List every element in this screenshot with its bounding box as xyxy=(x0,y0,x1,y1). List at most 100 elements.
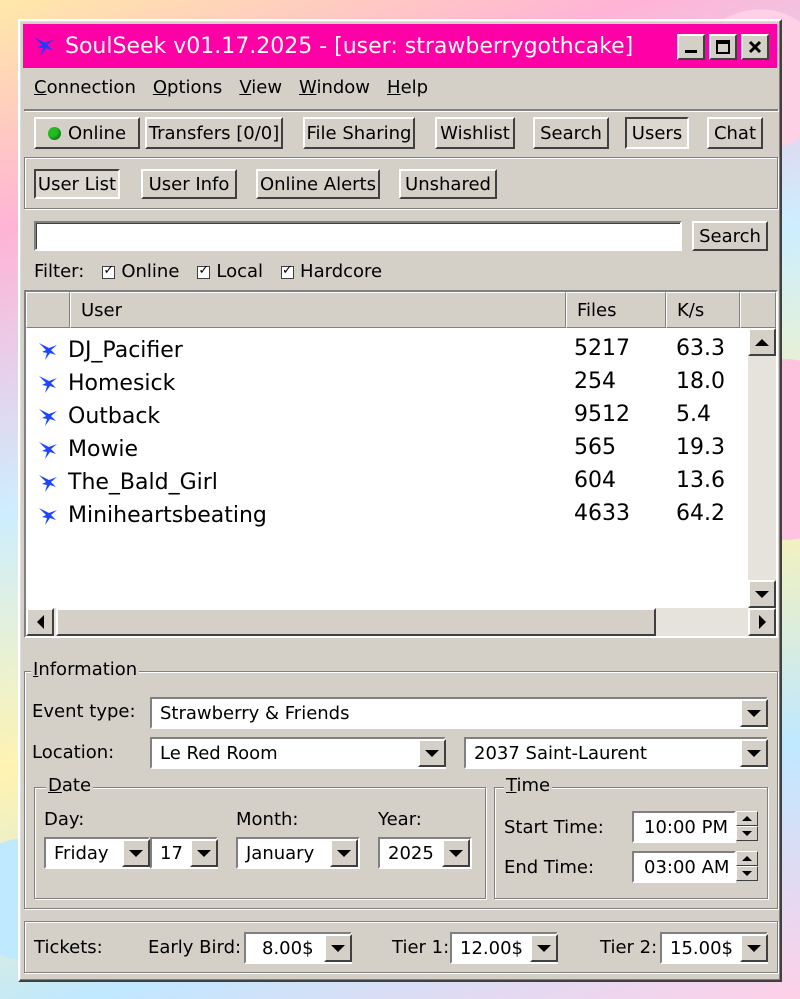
user-speed: 19.3 xyxy=(676,435,725,460)
month-dropdown-button[interactable] xyxy=(330,839,358,867)
start-time-down-button[interactable] xyxy=(736,826,758,841)
tab-users[interactable]: Users xyxy=(625,117,689,149)
scroll-up-button[interactable] xyxy=(748,328,776,356)
early-bird-label: Early Bird: xyxy=(148,937,242,958)
tab-wishlist[interactable]: Wishlist xyxy=(435,117,515,149)
menu-options[interactable]: Options xyxy=(153,73,222,103)
subtab-user-list[interactable]: User List xyxy=(34,169,120,199)
chevron-down-icon xyxy=(197,849,211,857)
checkbox-checked-icon xyxy=(281,263,295,279)
event-type-dropdown-button[interactable] xyxy=(740,699,768,727)
soulseek-bird-icon xyxy=(39,342,57,360)
window-title: SoulSeek v01.17.2025 - [user: strawberry… xyxy=(65,33,634,59)
user-name: Homesick xyxy=(68,371,176,396)
soulseek-bird-icon xyxy=(34,37,54,56)
end-time-up-button[interactable] xyxy=(736,851,758,866)
tab-chat[interactable]: Chat xyxy=(707,117,763,149)
tier1-value: 12.00$ xyxy=(460,937,523,959)
end-time-down-button[interactable] xyxy=(736,866,758,881)
start-time-spinner[interactable] xyxy=(736,811,758,841)
address-value: 2037 Saint-Laurent xyxy=(474,742,647,764)
tab-online[interactable]: Online xyxy=(34,117,140,149)
filter-hardcore-checkbox[interactable]: Hardcore xyxy=(281,261,382,282)
scroll-left-button[interactable] xyxy=(26,608,54,636)
start-time-field[interactable]: 10:00 PM xyxy=(632,811,736,843)
location-dropdown-button[interactable] xyxy=(418,739,446,767)
filter-local-label: Local xyxy=(216,261,264,282)
menu-view[interactable]: View xyxy=(239,73,282,103)
user-row[interactable]: Miniheartsbeating xyxy=(36,499,267,532)
end-time-label: End Time: xyxy=(504,857,595,878)
tier2-dropdown-button[interactable] xyxy=(740,934,768,962)
menu-connection[interactable]: Connection xyxy=(34,73,136,103)
column-header-user[interactable]: User xyxy=(70,292,566,328)
chevron-down-icon xyxy=(337,849,351,857)
subtab-unshared[interactable]: Unshared xyxy=(399,169,497,199)
user-search-button[interactable]: Search xyxy=(692,221,768,251)
scroll-down-button[interactable] xyxy=(748,580,776,608)
address-dropdown-button[interactable] xyxy=(740,739,768,767)
column-header-speed[interactable]: K/s xyxy=(666,292,740,328)
tier1-label: Tier 1: xyxy=(392,937,450,958)
tab-transfers[interactable]: Transfers [0/0] xyxy=(145,117,283,149)
column-header-icon[interactable] xyxy=(26,292,70,328)
subtab-user-info[interactable]: User Info xyxy=(141,169,237,199)
user-row[interactable]: DJ_Pacifier xyxy=(36,334,183,367)
end-time-field[interactable]: 03:00 AM xyxy=(632,851,736,883)
vertical-scrollbar[interactable] xyxy=(748,328,776,608)
day-number-dropdown-button[interactable] xyxy=(190,839,218,867)
menu-window[interactable]: Window xyxy=(299,73,370,103)
user-files: 4633 xyxy=(574,501,630,526)
filter-online-checkbox[interactable]: Online xyxy=(102,261,179,282)
start-time-up-button[interactable] xyxy=(736,811,758,826)
event-type-select[interactable]: Strawberry & Friends xyxy=(150,697,768,729)
tab-file-sharing[interactable]: File Sharing xyxy=(303,117,415,149)
column-header-files[interactable]: Files xyxy=(566,292,666,328)
user-speed: 18.0 xyxy=(676,369,725,394)
location-label: Location: xyxy=(32,742,115,763)
scroll-right-button[interactable] xyxy=(748,608,776,636)
soulseek-bird-icon xyxy=(39,408,57,426)
tier2-value: 15.00$ xyxy=(670,937,733,959)
year-label: Year: xyxy=(378,809,422,830)
menu-help[interactable]: Help xyxy=(387,73,428,103)
arrow-up-icon xyxy=(742,856,752,861)
location-select[interactable]: Le Red Room xyxy=(150,737,446,769)
soulseek-bird-icon xyxy=(39,375,57,393)
filter-local-checkbox[interactable]: Local xyxy=(197,261,263,282)
user-row[interactable]: Outback xyxy=(36,400,160,433)
tickets-label: Tickets: xyxy=(34,937,103,958)
end-time-value: 03:00 AM xyxy=(644,856,730,878)
arrow-left-icon xyxy=(36,615,44,629)
user-search-input[interactable] xyxy=(34,221,682,251)
tier1-dropdown-button[interactable] xyxy=(530,934,558,962)
horizontal-scrollbar[interactable] xyxy=(26,608,750,636)
user-speed: 13.6 xyxy=(676,468,725,493)
minimize-button[interactable] xyxy=(677,34,705,60)
checkbox-checked-icon xyxy=(102,263,116,279)
filter-bar: Filter: Online Local Hardcore xyxy=(34,261,382,282)
year-dropdown-button[interactable] xyxy=(442,839,470,867)
horizontal-scroll-thumb[interactable] xyxy=(56,608,656,636)
soulseek-bird-icon xyxy=(39,474,57,492)
soulseek-bird-icon xyxy=(39,507,57,525)
title-bar[interactable]: SoulSeek v01.17.2025 - [user: strawberry… xyxy=(23,24,777,68)
user-row[interactable]: The_Bald_Girl xyxy=(36,466,218,499)
end-time-spinner[interactable] xyxy=(736,851,758,881)
user-row[interactable]: Mowie xyxy=(36,433,138,466)
tab-search[interactable]: Search xyxy=(533,117,609,149)
maximize-button[interactable] xyxy=(709,34,737,60)
minimize-icon xyxy=(685,50,697,53)
chevron-down-icon xyxy=(747,749,761,757)
start-time-value: 10:00 PM xyxy=(644,816,728,838)
arrow-right-icon xyxy=(758,615,766,629)
early-bird-dropdown-button[interactable] xyxy=(324,934,352,962)
close-button[interactable] xyxy=(741,34,769,60)
address-select[interactable]: 2037 Saint-Laurent xyxy=(464,737,768,769)
chevron-down-icon xyxy=(425,749,439,757)
subtab-online-alerts[interactable]: Online Alerts xyxy=(256,169,380,199)
user-list[interactable]: User Files K/s DJ_Pacifier 5217 63.3 Homesi… xyxy=(24,290,778,638)
tier2-label: Tier 2: xyxy=(600,937,658,958)
user-row[interactable]: Homesick xyxy=(36,367,175,400)
day-dropdown-button[interactable] xyxy=(122,839,150,867)
